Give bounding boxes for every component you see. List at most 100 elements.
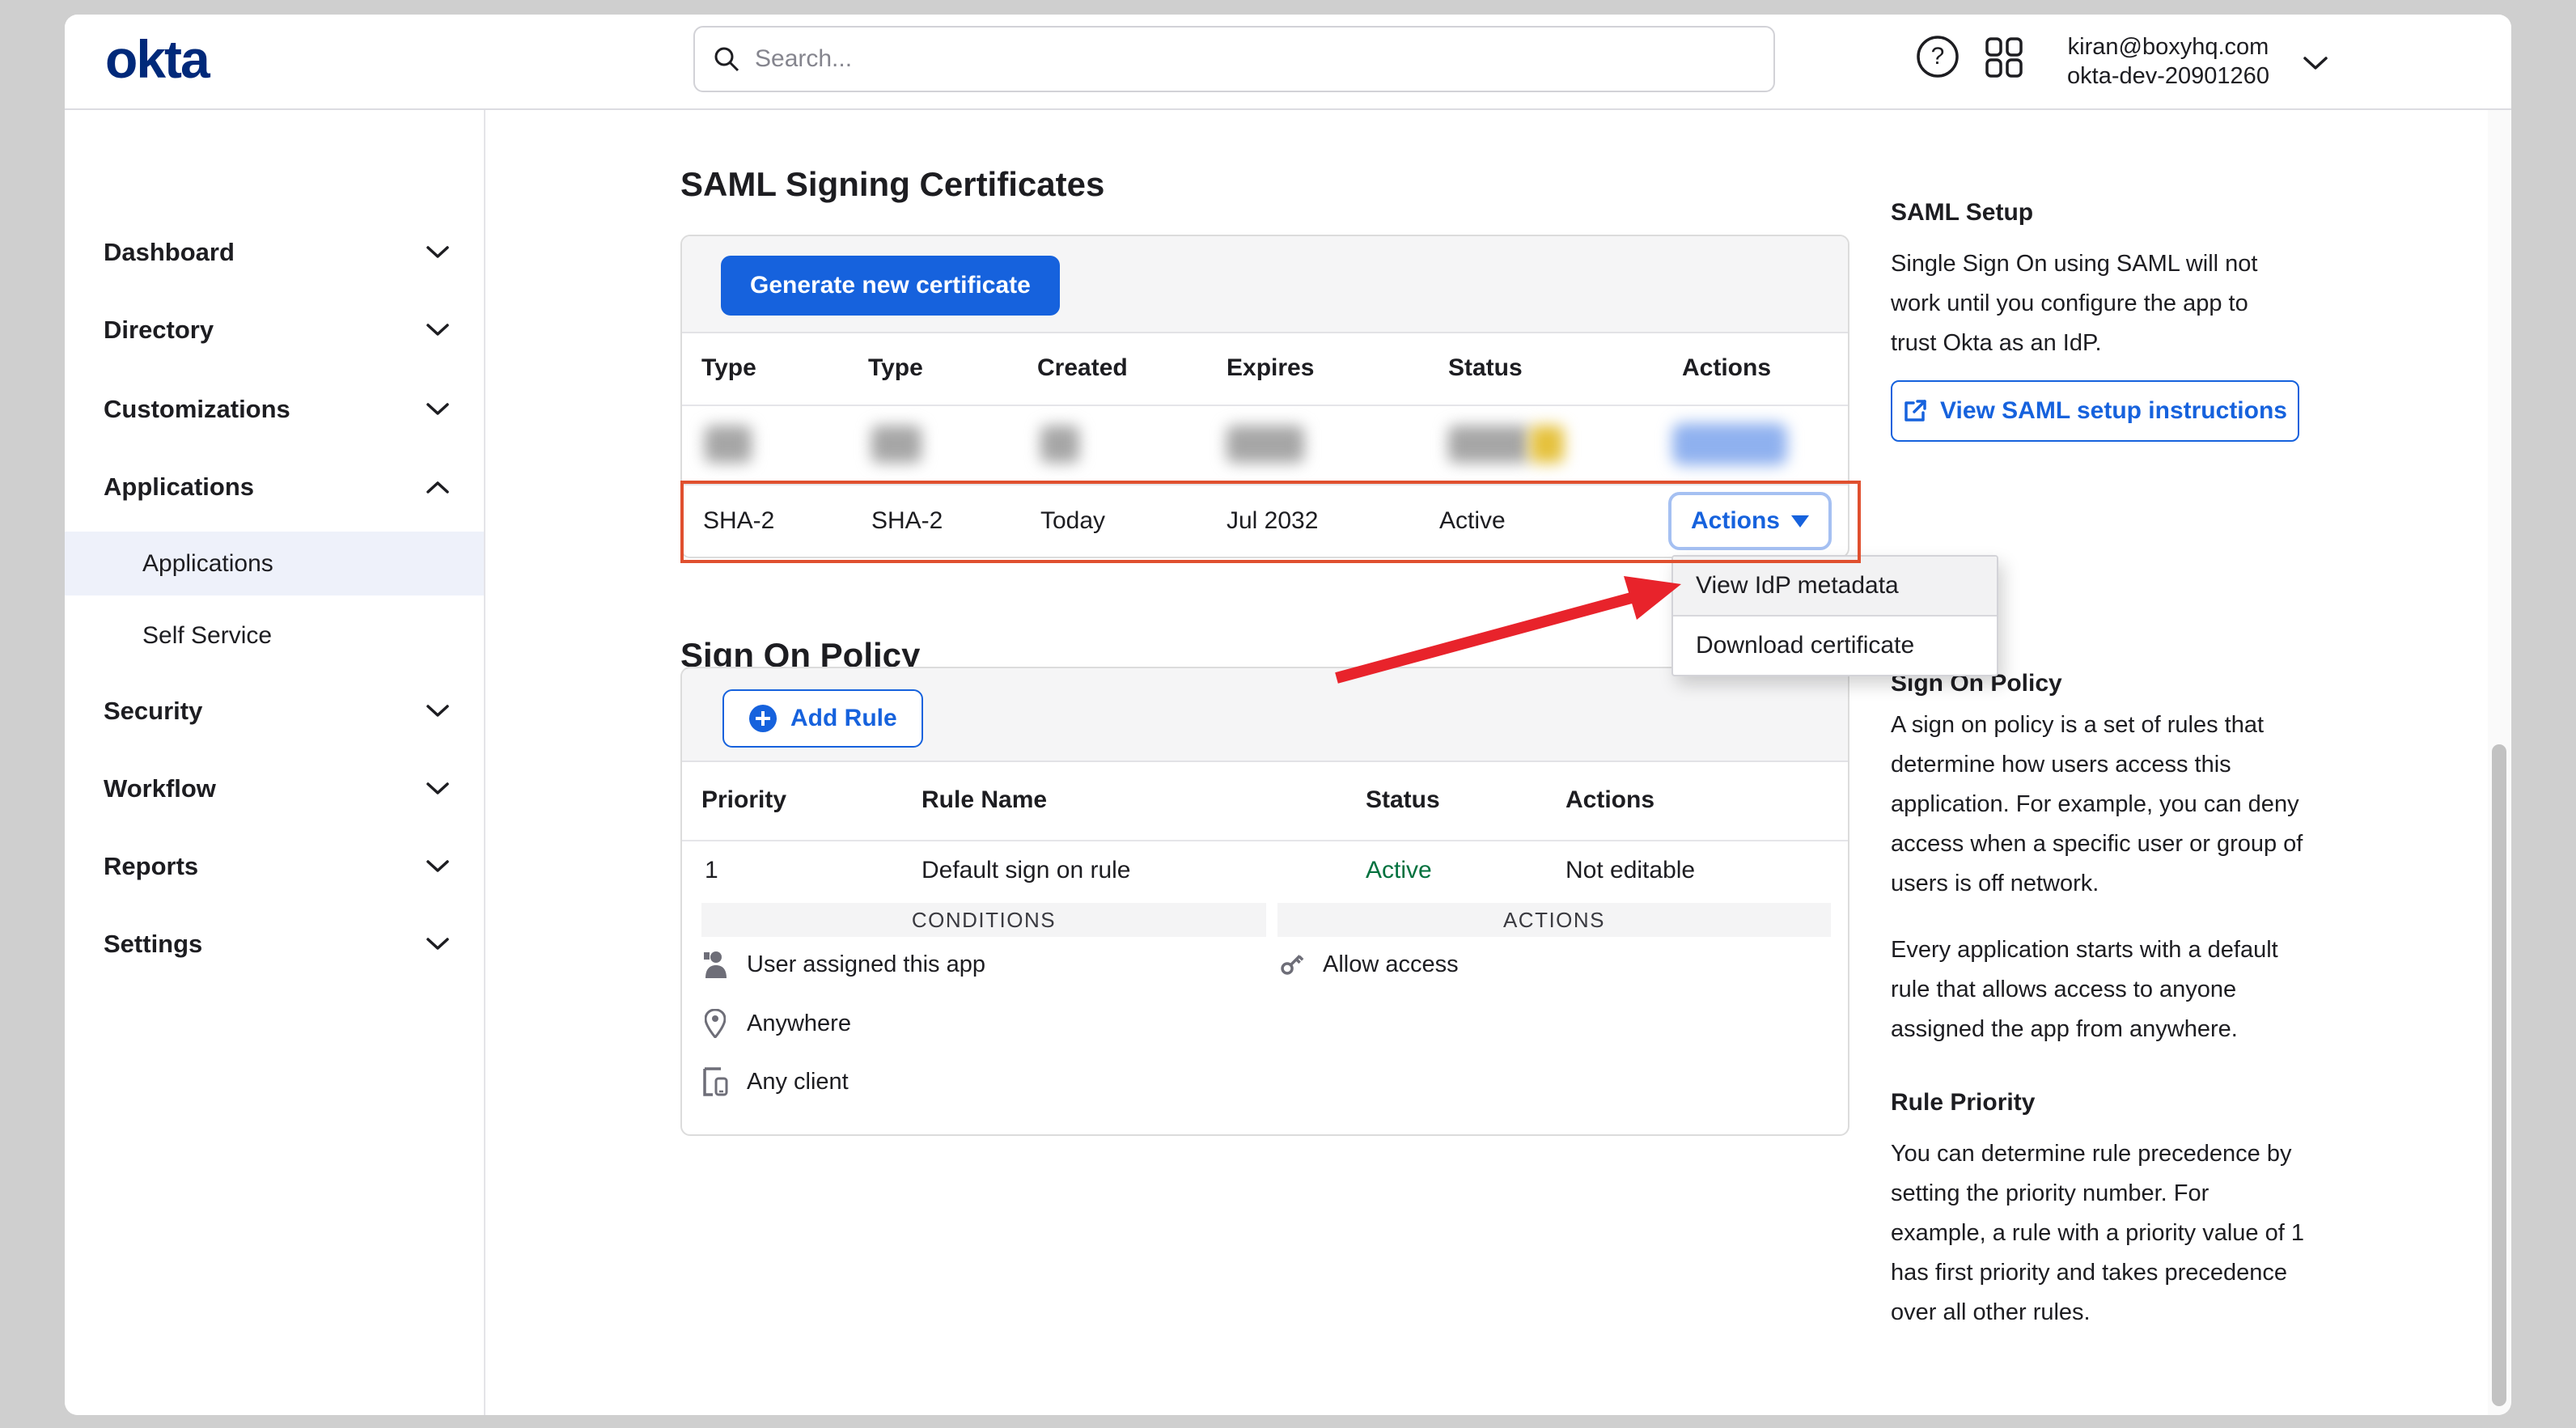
column-header-status: Status: [1366, 786, 1440, 814]
sidebar-item-reports[interactable]: Reports: [65, 828, 484, 905]
redacted-cell-blur: [1040, 426, 1079, 463]
text-line: setting the priority number. For: [1891, 1174, 2311, 1214]
okta-admin-window: okta ? kiran@boxyhq.com okta-dev-2090126…: [65, 15, 2511, 1415]
cell-status: Active: [1439, 507, 1506, 535]
sidebar-item-directory[interactable]: Directory: [65, 291, 484, 369]
aside-title-saml-setup: SAML Setup: [1891, 200, 2033, 226]
column-header-status: Status: [1448, 354, 1523, 382]
menu-item-view-idp-metadata[interactable]: View IdP metadata: [1673, 557, 1997, 617]
certificates-card: Generate new certificate Type Type Creat…: [680, 235, 1849, 558]
caret-down-icon: [1791, 515, 1809, 528]
actions-dropdown-button[interactable]: Actions: [1668, 492, 1832, 550]
account-menu[interactable]: kiran@boxyhq.com okta-dev-20901260: [2039, 32, 2298, 91]
devices-icon: [701, 1067, 729, 1096]
redacted-cell-blur: [705, 426, 752, 463]
generate-new-certificate-button[interactable]: Generate new certificate: [721, 256, 1060, 316]
redacted-cell-blur: [1227, 426, 1304, 463]
text-line: has first priority and takes precedence: [1891, 1253, 2311, 1293]
add-rule-button[interactable]: Add Rule: [722, 689, 923, 748]
cell-priority: 1: [705, 857, 718, 884]
aside-saml-setup-text: Single Sign On using SAML will not work …: [1891, 244, 2311, 363]
top-header-bar: okta ? kiran@boxyhq.com okta-dev-2090126…: [65, 15, 2511, 110]
policy-table-header: Priority Rule Name Status Actions: [682, 761, 1848, 841]
text-line: You can determine rule precedence by: [1891, 1134, 2311, 1174]
condition-label: Any client: [747, 1069, 849, 1095]
chevron-down-icon: [426, 704, 450, 718]
text-line: A sign on policy is a set of rules that: [1891, 706, 2311, 745]
cell-type: SHA-2: [703, 507, 774, 535]
column-header-expires: Expires: [1227, 354, 1314, 382]
question-mark-glyph: ?: [1931, 43, 1945, 70]
sidebar-item-customizations[interactable]: Customizations: [65, 371, 484, 448]
actions-subheader: ACTIONS: [1277, 903, 1831, 937]
sidebar-item-label: Security: [104, 697, 202, 726]
left-sidebar: Dashboard Directory Customizations Appli…: [65, 110, 485, 1415]
column-header-actions: Actions: [1566, 786, 1654, 814]
certificates-table-header: Type Type Created Expires Status Actions: [682, 332, 1848, 406]
table-row-redacted: [682, 405, 1848, 485]
text-line: access when a specific user or group of: [1891, 824, 2311, 864]
sidebar-item-settings[interactable]: Settings: [65, 905, 484, 983]
sidebar-item-applications[interactable]: Applications: [65, 448, 484, 526]
text-line: users is off network.: [1891, 864, 2311, 904]
chevron-down-icon: [426, 245, 450, 260]
search-input[interactable]: [753, 44, 1773, 74]
sidebar-item-label: Applications: [104, 472, 254, 502]
sidebar-item-self-service[interactable]: Self Service: [65, 604, 484, 667]
okta-logo[interactable]: okta: [105, 32, 209, 86]
actions-dropdown-menu: View IdP metadata Download certificate: [1671, 555, 1998, 676]
table-row-sha2-certificate: SHA-2 SHA-2 Today Jul 2032 Active Action…: [682, 484, 1848, 558]
text-line: Every application starts with a default: [1891, 930, 2311, 970]
condition-user-assigned: User assigned this app: [701, 951, 985, 978]
cell-rule-name: Default sign on rule: [922, 857, 1131, 884]
sidebar-item-workflow[interactable]: Workflow: [65, 750, 484, 828]
key-icon: [1277, 951, 1305, 978]
cell-not-editable: Not editable: [1566, 857, 1695, 884]
help-icon[interactable]: ?: [1916, 35, 1960, 78]
view-saml-setup-instructions-button[interactable]: View SAML setup instructions: [1891, 380, 2299, 442]
cell-status-active: Active: [1366, 857, 1432, 884]
apps-grid-icon[interactable]: [1984, 37, 2024, 78]
condition-anywhere: Anywhere: [701, 1009, 851, 1038]
menu-item-download-certificate[interactable]: Download certificate: [1673, 617, 1997, 675]
table-row-default-rule: 1 Default sign on rule Active Not editab…: [682, 840, 1848, 901]
sidebar-item-label: Self Service: [142, 622, 272, 650]
text-line: determine how users access this: [1891, 745, 2311, 785]
desktop-background: { "brand": {"logo": "okta"}, "header": {…: [0, 0, 2576, 1428]
condition-label: User assigned this app: [747, 951, 985, 978]
aside-title-rule-priority: Rule Priority: [1891, 1090, 2035, 1116]
sidebar-item-dashboard[interactable]: Dashboard: [65, 214, 484, 291]
account-email: kiran@boxyhq.com: [2039, 32, 2298, 61]
sidebar-item-label: Applications: [142, 550, 273, 578]
redacted-status-icon-blur: [1530, 426, 1564, 463]
scrollbar-thumb[interactable]: [2492, 744, 2506, 1406]
text-line: work until you configure the app to: [1891, 284, 2311, 324]
sidebar-item-security[interactable]: Security: [65, 672, 484, 750]
cell-expires: Jul 2032: [1227, 507, 1318, 535]
plus-circle-icon: [748, 704, 777, 733]
cell-type2: SHA-2: [871, 507, 943, 535]
search-icon: [713, 45, 740, 73]
text-line: over all other rules.: [1891, 1293, 2311, 1333]
redacted-cell-blur: [1448, 426, 1529, 463]
external-link-icon: [1903, 399, 1927, 423]
cell-created: Today: [1040, 507, 1105, 535]
actions-button-label: Actions: [1691, 507, 1780, 535]
aside-sign-on-policy-text-2: Every application starts with a default …: [1891, 930, 2311, 1049]
sidebar-item-label: Settings: [104, 930, 202, 959]
conditions-subheader: CONDITIONS: [701, 903, 1266, 937]
text-line: Single Sign On using SAML will not: [1891, 244, 2311, 284]
chevron-down-icon: [426, 782, 450, 796]
global-search[interactable]: [693, 26, 1775, 92]
location-pin-icon: [701, 1009, 729, 1038]
page-title-saml-signing-certificates: SAML Signing Certificates: [680, 167, 1104, 202]
chevron-up-icon: [426, 480, 450, 494]
text-line: rule that allows access to anyone: [1891, 970, 2311, 1010]
chevron-down-icon[interactable]: [2303, 55, 2328, 71]
sign-on-policy-toolbar: Add Rule: [682, 668, 1848, 762]
account-org: okta-dev-20901260: [2039, 61, 2298, 91]
sidebar-item-label: Reports: [104, 852, 198, 881]
sign-on-policy-card: Add Rule Priority Rule Name Status Actio…: [680, 667, 1849, 1136]
setup-button-label: View SAML setup instructions: [1940, 397, 2287, 425]
sidebar-item-applications-sub[interactable]: Applications: [65, 532, 484, 595]
